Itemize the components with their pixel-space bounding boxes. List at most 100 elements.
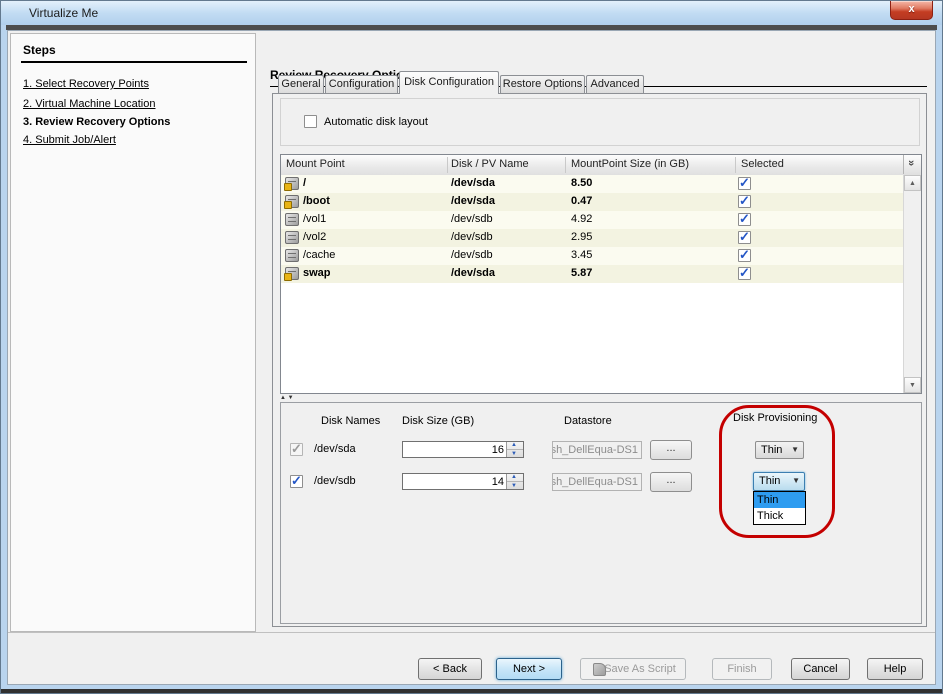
window-title: Virtualize Me [29, 6, 98, 20]
step-virtual-machine-location[interactable]: 2. Virtual Machine Location [23, 98, 156, 110]
tab-general[interactable]: General [278, 75, 324, 93]
disk-icon [285, 249, 299, 262]
combo-value: Thin [759, 475, 780, 487]
provisioning-combo-sdb[interactable]: Thin ▼ [753, 472, 805, 491]
disk-icon [285, 177, 299, 190]
disk-names-header: Disk Names [321, 415, 380, 427]
disk-size-value: 16 [492, 444, 504, 456]
tab-disk-configuration[interactable]: Disk Configuration [399, 71, 499, 94]
row-selected-checkbox[interactable]: ✓ [738, 249, 751, 262]
tab-restore-options[interactable]: Restore Options [500, 75, 585, 93]
header-separator [565, 157, 566, 173]
header-separator [735, 157, 736, 173]
datastore-value: sh_DellEqua-DS1 [552, 444, 638, 456]
browse-datastore-button-sdb[interactable]: ... [650, 472, 692, 492]
chevron-down-icon: ▼ [791, 445, 799, 454]
step-review-recovery-options: 3. Review Recovery Options [23, 116, 170, 128]
spinner-arrows-icon[interactable] [506, 474, 523, 489]
disk-size-spinner-sda[interactable]: 16 [402, 441, 524, 458]
mount-point-cell: /vol1 [303, 213, 326, 225]
row-selected-checkbox[interactable]: ✓ [738, 267, 751, 280]
row-selected-checkbox[interactable]: ✓ [738, 195, 751, 208]
dropdown-option-thick[interactable]: Thick [754, 508, 805, 524]
table-row[interactable]: /cache /dev/sdb 3.45 ✓ [281, 247, 904, 265]
title-bar[interactable]: Virtualize Me x [1, 1, 942, 25]
mount-point-table: Mount Point Disk / PV Name MountPoint Si… [280, 154, 922, 394]
mount-point-cell: /boot [303, 195, 330, 207]
table-row[interactable]: swap /dev/sda 5.87 ✓ [281, 265, 904, 283]
provisioning-combo-sda[interactable]: Thin ▼ [755, 441, 804, 459]
mount-point-cell: swap [303, 267, 331, 279]
row-selected-checkbox[interactable]: ✓ [738, 213, 751, 226]
step-submit-job-alert[interactable]: 4. Submit Job/Alert [23, 134, 116, 146]
steps-title: Steps [23, 43, 56, 57]
script-icon [593, 663, 606, 676]
virtualize-me-window: Virtualize Me x Steps 1. Select Recovery… [0, 0, 943, 694]
tab-configuration[interactable]: Configuration [325, 75, 398, 93]
disk-name-sda: /dev/sda [314, 443, 356, 455]
disk-name-cell: /dev/sdb [451, 213, 493, 225]
splitter-handle[interactable]: ▲ ▼ [280, 395, 922, 402]
automatic-disk-layout-label: Automatic disk layout [324, 116, 428, 128]
help-button[interactable]: Help [867, 658, 923, 680]
steps-underline [21, 61, 247, 63]
window-bottom-edge [1, 689, 942, 693]
scroll-down-icon[interactable]: ▼ [904, 377, 921, 393]
close-button[interactable]: x [890, 1, 933, 20]
col-mount-point[interactable]: Mount Point [286, 158, 345, 170]
header-separator [447, 157, 448, 173]
disk-icon [285, 267, 299, 280]
col-disk-pv-name[interactable]: Disk / PV Name [451, 158, 529, 170]
datastore-field-sda: sh_DellEqua-DS1 [552, 441, 642, 459]
disk-icon [285, 195, 299, 208]
row-selected-checkbox[interactable]: ✓ [738, 177, 751, 190]
size-cell: 0.47 [571, 195, 592, 207]
chevron-down-icon: ▼ [792, 476, 800, 485]
tab-advanced[interactable]: Advanced [586, 75, 644, 93]
mount-point-cell: / [303, 177, 306, 189]
scroll-up-icon[interactable]: ▲ [904, 175, 921, 191]
mount-point-cell: /cache [303, 249, 335, 261]
dropdown-option-thin[interactable]: Thin [754, 492, 805, 508]
automatic-layout-panel: Automatic disk layout [280, 98, 920, 146]
table-row[interactable]: /boot /dev/sda 0.47 ✓ [281, 193, 904, 211]
table-row[interactable]: / /dev/sda 8.50 ✓ [281, 175, 904, 193]
disk-icon [285, 213, 299, 226]
datastore-header: Datastore [564, 415, 612, 427]
disk-row-checkbox-sda: ✓ [290, 443, 303, 456]
step-select-recovery-points[interactable]: 1. Select Recovery Points [23, 78, 149, 90]
table-row[interactable]: /vol1 /dev/sdb 4.92 ✓ [281, 211, 904, 229]
disk-name-cell: /dev/sda [451, 177, 495, 189]
mount-point-cell: /vol2 [303, 231, 326, 243]
provisioning-dropdown-list: Thin Thick [753, 491, 806, 525]
disk-size-spinner-sdb[interactable]: 14 [402, 473, 524, 490]
row-selected-checkbox[interactable]: ✓ [738, 231, 751, 244]
datastore-field-sdb: sh_DellEqua-DS1 [552, 473, 642, 491]
spinner-arrows-icon[interactable] [506, 442, 523, 457]
col-selected[interactable]: Selected [741, 158, 784, 170]
disk-configuration-tab-page: Automatic disk layout Mount Point Disk /… [272, 93, 927, 627]
back-button[interactable]: < Back [418, 658, 482, 680]
column-options-button[interactable]: » [903, 155, 921, 174]
dialog-client-area: Steps 1. Select Recovery Points 2. Virtu… [7, 30, 936, 685]
col-mountpoint-size[interactable]: MountPoint Size (in GB) [571, 158, 689, 170]
size-cell: 3.45 [571, 249, 592, 261]
disk-size-header: Disk Size (GB) [402, 415, 474, 427]
disk-name-cell: /dev/sda [451, 195, 495, 207]
disk-icon [285, 231, 299, 244]
table-header: Mount Point Disk / PV Name MountPoint Si… [281, 155, 921, 176]
table-vertical-scrollbar[interactable]: ▲ ▼ [903, 175, 921, 393]
save-as-script-button: Save As Script [580, 658, 686, 680]
disk-name-cell: /dev/sdb [451, 249, 493, 261]
automatic-disk-layout-checkbox[interactable] [304, 115, 317, 128]
cancel-button[interactable]: Cancel [791, 658, 850, 680]
disk-row-checkbox-sdb[interactable]: ✓ [290, 475, 303, 488]
size-cell: 4.92 [571, 213, 592, 225]
next-button[interactable]: Next > [496, 658, 562, 680]
table-row[interactable]: /vol2 /dev/sdb 2.95 ✓ [281, 229, 904, 247]
size-cell: 2.95 [571, 231, 592, 243]
disk-name-cell: /dev/sdb [451, 231, 493, 243]
finish-button: Finish [712, 658, 772, 680]
browse-datastore-button-sda[interactable]: ... [650, 440, 692, 460]
footer-separator [8, 632, 935, 633]
